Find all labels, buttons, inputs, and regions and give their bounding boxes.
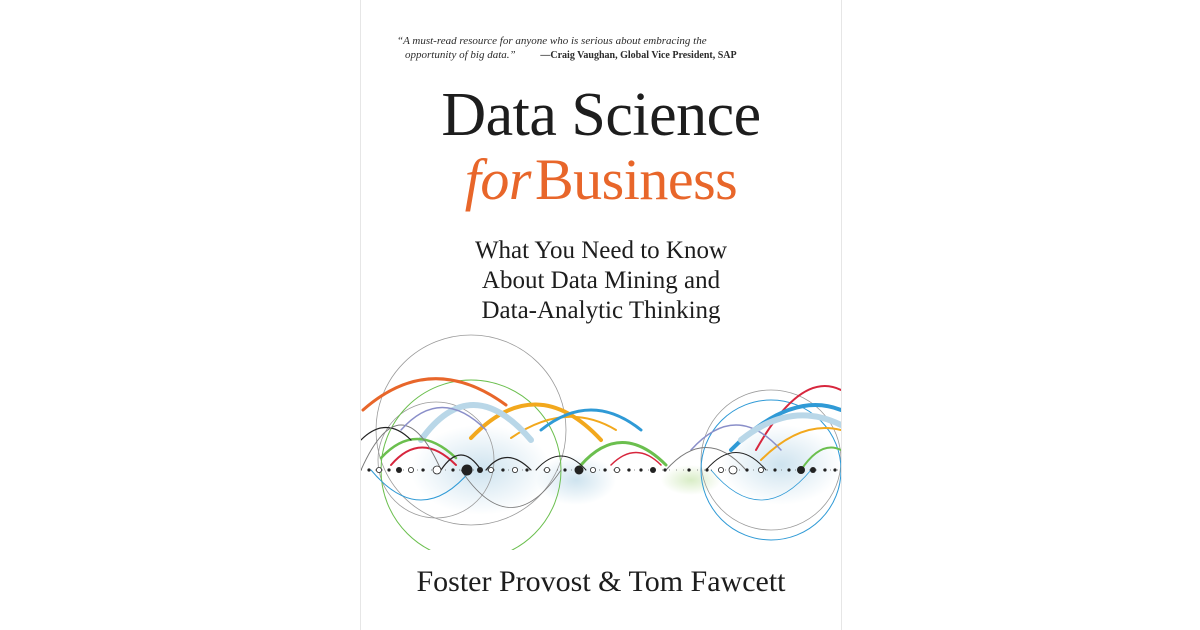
quote-line-2-text: opportunity of big data.” bbox=[405, 49, 516, 61]
book-cover: “A must-read resource for anyone who is … bbox=[360, 0, 842, 630]
glow-blue-center bbox=[536, 455, 616, 505]
title-business: Business bbox=[534, 147, 738, 212]
node bbox=[488, 466, 495, 473]
book-title-line2: forBusiness bbox=[361, 148, 841, 212]
node bbox=[787, 468, 791, 472]
node bbox=[745, 468, 749, 472]
subtitle-line-1: What You Need to Know bbox=[474, 237, 728, 264]
node bbox=[823, 468, 827, 472]
node bbox=[810, 467, 816, 473]
node bbox=[650, 467, 656, 473]
node bbox=[663, 468, 667, 472]
node bbox=[757, 466, 764, 473]
node bbox=[432, 465, 442, 475]
node bbox=[728, 465, 738, 475]
quote-line-1: “A must-read resource for anyone who is … bbox=[397, 35, 707, 47]
node bbox=[501, 468, 505, 472]
book-authors: Foster Provost & Tom Fawcett bbox=[416, 565, 786, 598]
node bbox=[589, 466, 596, 473]
glow-green-center bbox=[661, 465, 721, 495]
node bbox=[451, 468, 455, 472]
node bbox=[687, 468, 691, 472]
node bbox=[461, 464, 473, 476]
node bbox=[396, 467, 402, 473]
node bbox=[367, 468, 371, 472]
node bbox=[375, 466, 382, 473]
endorsement-quote: “A must-read resource for anyone who is … bbox=[397, 34, 817, 63]
book-subtitle: What You Need to Know About Data Mining … bbox=[361, 236, 841, 326]
quote-line-2: opportunity of big data.” —Craig Vaughan… bbox=[405, 48, 817, 63]
node bbox=[511, 466, 518, 473]
node bbox=[639, 468, 643, 472]
node bbox=[603, 468, 607, 472]
node bbox=[613, 466, 620, 473]
node bbox=[543, 466, 550, 473]
node bbox=[797, 466, 805, 474]
subtitle-line-3: Data-Analytic Thinking bbox=[481, 297, 721, 324]
arc-diagram-illustration bbox=[361, 334, 841, 550]
node bbox=[477, 467, 483, 473]
page-background: “A must-read resource for anyone who is … bbox=[0, 0, 1200, 630]
node bbox=[525, 468, 529, 472]
subtitle-line-2: About Data Mining and bbox=[481, 267, 721, 294]
title-for: for bbox=[464, 147, 532, 212]
node bbox=[705, 468, 709, 472]
node bbox=[421, 468, 425, 472]
node bbox=[627, 468, 631, 472]
quote-attribution: —Craig Vaughan, Global Vice President, S… bbox=[540, 50, 737, 61]
node bbox=[563, 468, 567, 472]
node bbox=[387, 468, 391, 472]
node bbox=[773, 468, 777, 472]
node bbox=[408, 466, 415, 473]
node bbox=[574, 465, 584, 475]
node bbox=[717, 466, 724, 473]
glow-blue-right bbox=[721, 425, 841, 505]
node bbox=[833, 468, 837, 472]
book-title-line1: Data Science bbox=[441, 81, 761, 149]
arc-dark-1 bbox=[361, 426, 412, 441]
